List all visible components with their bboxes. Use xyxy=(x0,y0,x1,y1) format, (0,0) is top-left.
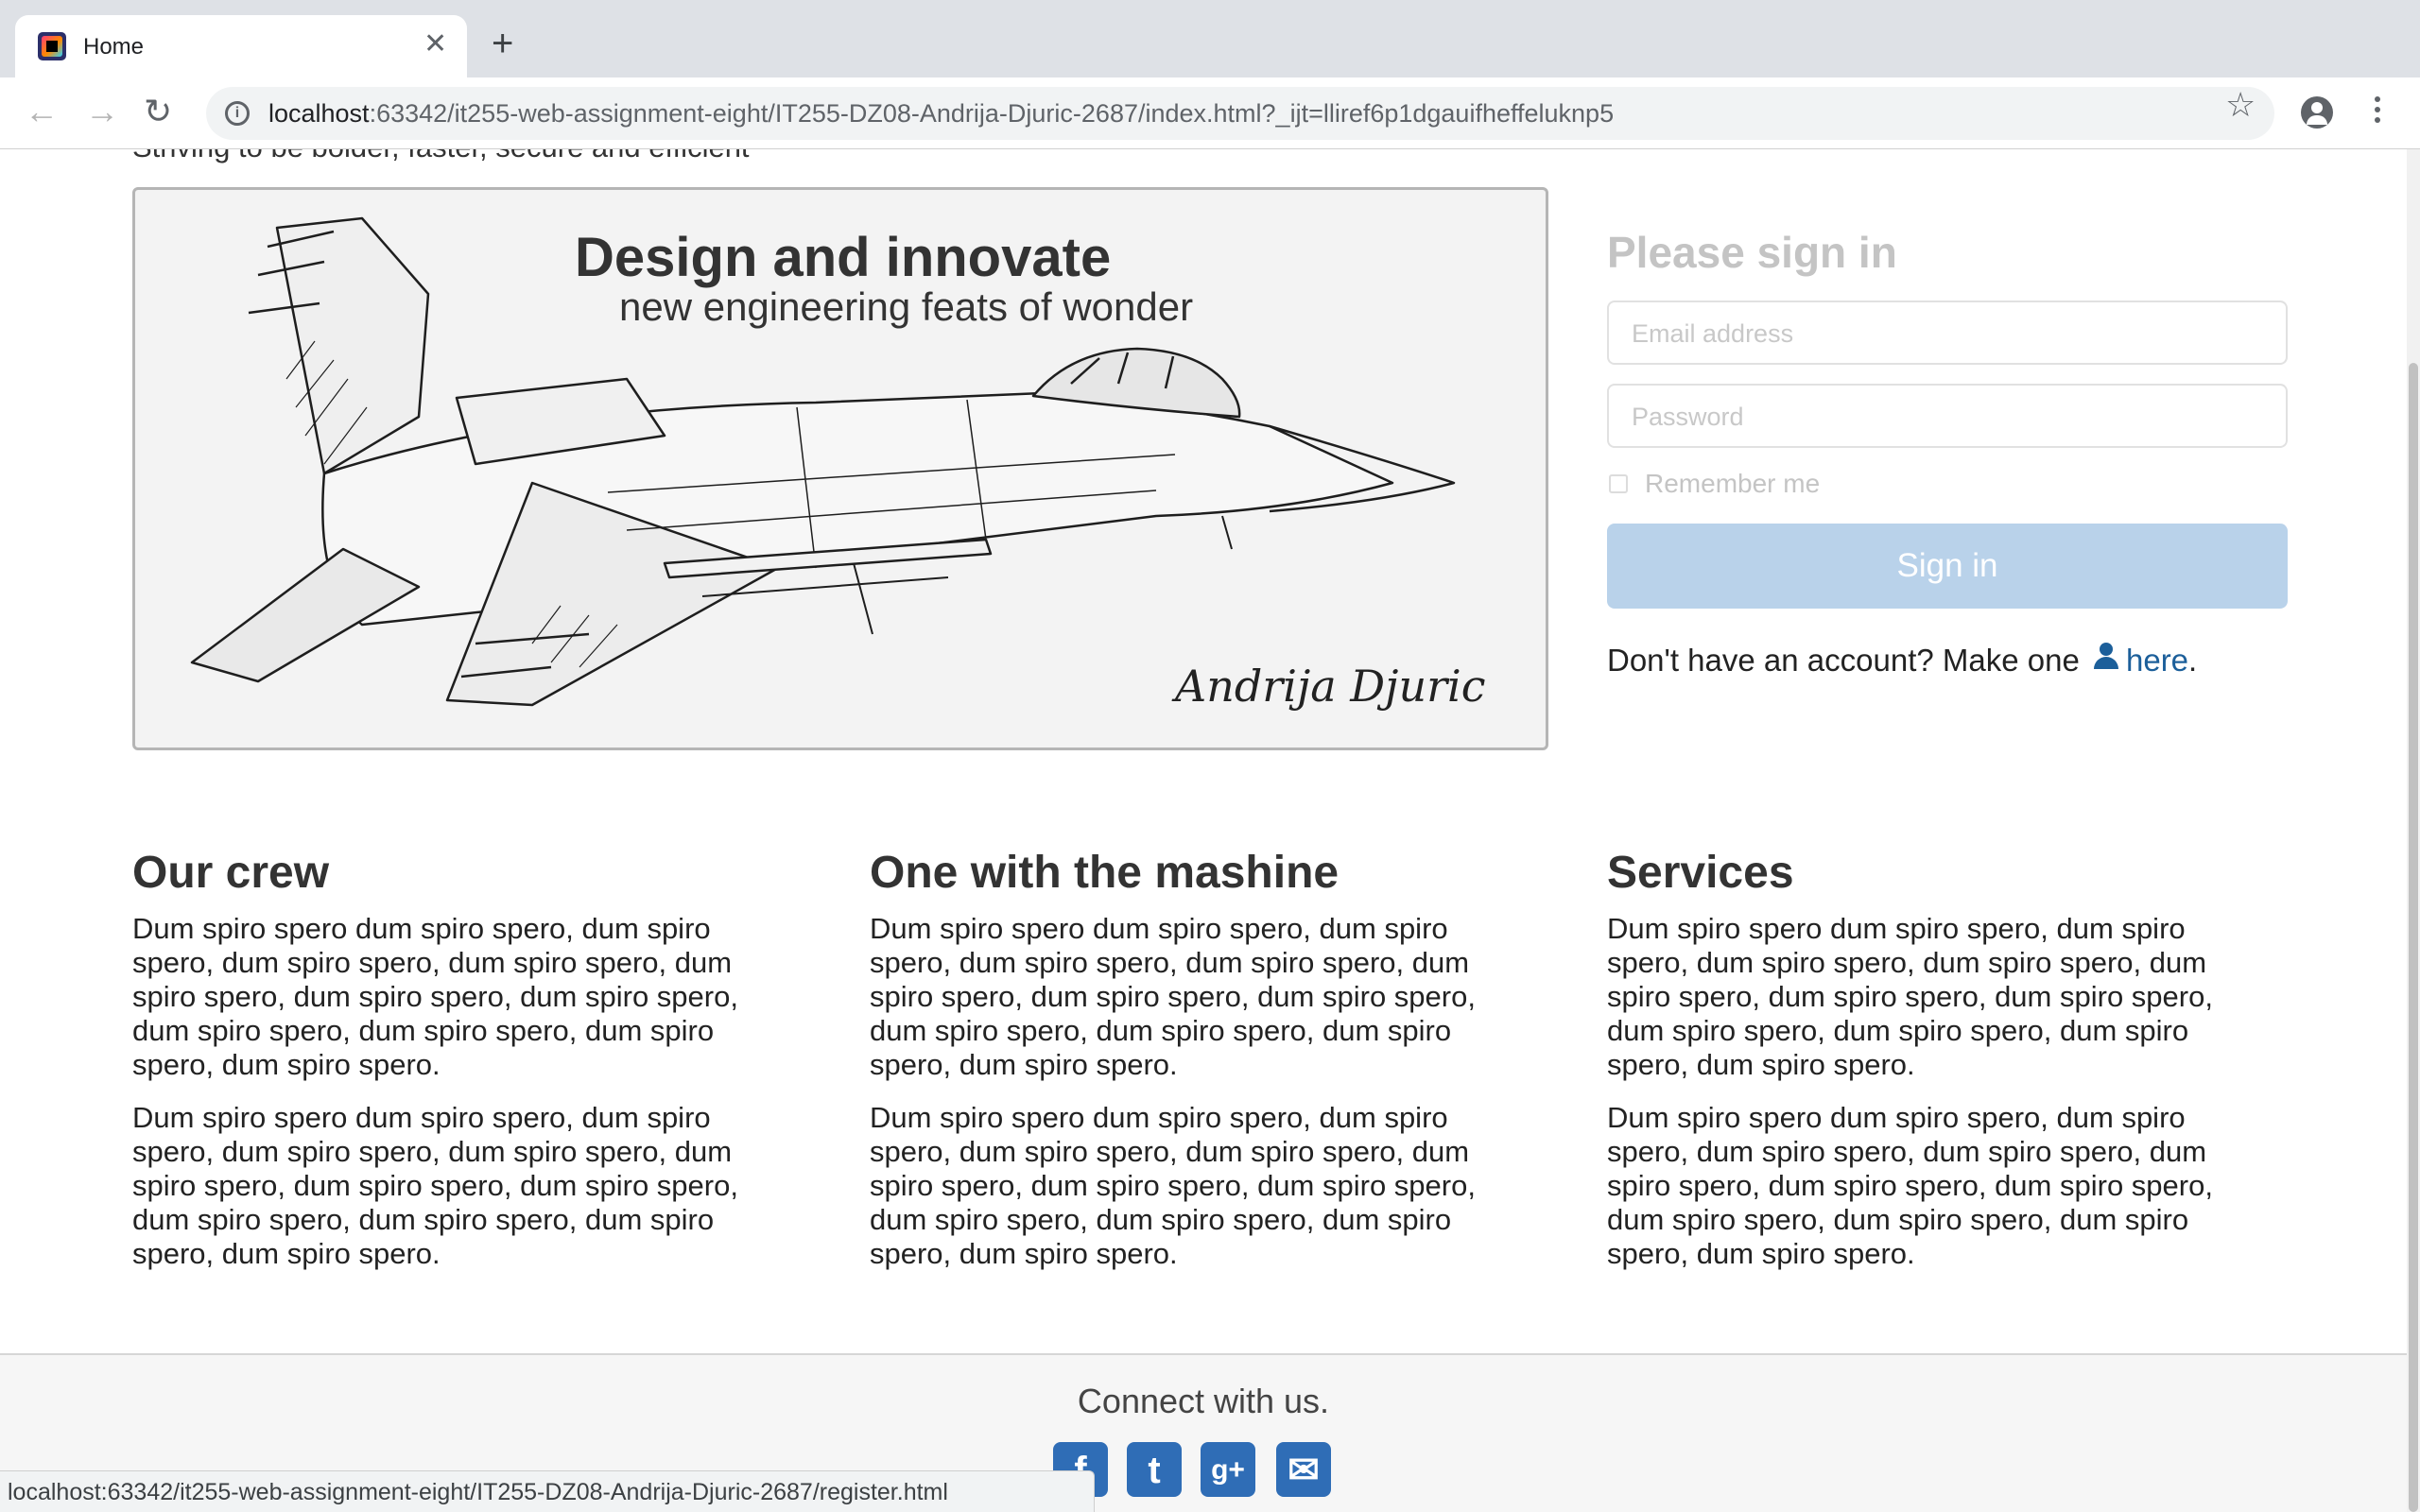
column-paragraph: Dum spiro spero dum spiro spero, dum spi… xyxy=(870,912,1476,1081)
status-bar-link-preview: localhost:63342/it255-web-assignment-eig… xyxy=(0,1470,1095,1512)
address-bar[interactable]: i localhost:63342/it255-web-assignment-e… xyxy=(206,87,2274,140)
footer-connect-text: Connect with us. xyxy=(1077,1382,1330,1420)
column-heading: Services xyxy=(1607,848,1794,898)
close-icon[interactable]: ✕ xyxy=(424,30,447,59)
url-path: :63342/it255-web-assignment-eight/IT255-… xyxy=(369,99,1615,128)
url-text[interactable]: localhost:63342/it255-web-assignment-eig… xyxy=(268,99,1614,129)
remember-me-label: Remember me xyxy=(1645,469,1821,498)
signin-button[interactable]: Sign in xyxy=(1607,524,2288,609)
column-paragraph: Dum spiro spero dum spiro spero, dum spi… xyxy=(870,1101,1476,1270)
account-icon[interactable] xyxy=(2301,96,2333,129)
tab-title: Home xyxy=(83,34,145,60)
browser-chrome: Home ✕ + ← → ↻ i localhost:63342/it255-w… xyxy=(0,0,2420,149)
kebab-menu-icon[interactable] xyxy=(2375,96,2380,129)
vertical-scrollbar[interactable] xyxy=(2407,149,2420,1512)
column-paragraph: Dum spiro spero dum spiro spero, dum spi… xyxy=(1607,912,2213,1081)
page-content: Striving to be bolder, faster, secure an… xyxy=(0,149,2407,1512)
reload-button[interactable]: ↻ xyxy=(144,93,172,130)
password-field[interactable]: Password xyxy=(1607,384,2288,448)
user-icon xyxy=(2092,643,2120,673)
tagline: Striving to be bolder, faster, secure an… xyxy=(132,149,750,164)
column-heading: Our crew xyxy=(132,848,330,898)
back-button[interactable]: ← xyxy=(25,93,59,130)
column-heading: One with the mashine xyxy=(870,848,1340,898)
email-field[interactable]: Email address xyxy=(1607,301,2288,365)
column-services: Services Dum spiro spero dum spiro spero… xyxy=(1607,847,2269,1290)
column-paragraph: Dum spiro spero dum spiro spero, dum spi… xyxy=(132,1101,738,1270)
artist-signature: Andrija Djuric xyxy=(1175,661,1486,712)
hero-title: Design and innovate xyxy=(575,227,1112,288)
column-paragraph: Dum spiro spero dum spiro spero, dum spi… xyxy=(1607,1101,2213,1270)
google-plus-icon[interactable]: g+ xyxy=(1201,1442,1255,1497)
tab-strip: Home ✕ + xyxy=(0,0,2420,77)
forward-button[interactable]: → xyxy=(85,93,119,130)
new-tab-button[interactable]: + xyxy=(492,25,513,62)
register-prefix: Don't have an account? Make one xyxy=(1607,643,2080,678)
info-icon[interactable]: i xyxy=(225,101,250,126)
hero-banner: Design and innovate new engineering feat… xyxy=(132,187,1548,750)
browser-tab-home[interactable]: Home ✕ xyxy=(15,15,467,77)
twitter-icon[interactable]: t xyxy=(1127,1442,1182,1497)
signin-heading: Please sign in xyxy=(1607,228,1897,277)
favicon-icon xyxy=(38,32,66,60)
url-host: localhost xyxy=(268,99,370,128)
column-paragraph: Dum spiro spero dum spiro spero, dum spi… xyxy=(132,912,738,1081)
mail-icon[interactable]: ✉ xyxy=(1276,1442,1331,1497)
scrollbar-thumb[interactable] xyxy=(2409,363,2418,1512)
column-one-with-the-mashine: One with the mashine Dum spiro spero dum… xyxy=(870,847,1531,1290)
remember-me-checkbox[interactable] xyxy=(1609,474,1628,493)
register-suffix: . xyxy=(2188,643,2198,678)
bookmark-star-icon[interactable]: ☆ xyxy=(2225,85,2256,125)
hero-subtitle: new engineering feats of wonder xyxy=(619,284,1194,329)
browser-toolbar: ← → ↻ i localhost:63342/it255-web-assign… xyxy=(0,77,2420,149)
register-prompt: Don't have an account? Make one here. xyxy=(1607,643,2197,679)
column-our-crew: Our crew Dum spiro spero dum spiro spero… xyxy=(132,847,794,1290)
register-link[interactable]: here xyxy=(2126,643,2188,678)
